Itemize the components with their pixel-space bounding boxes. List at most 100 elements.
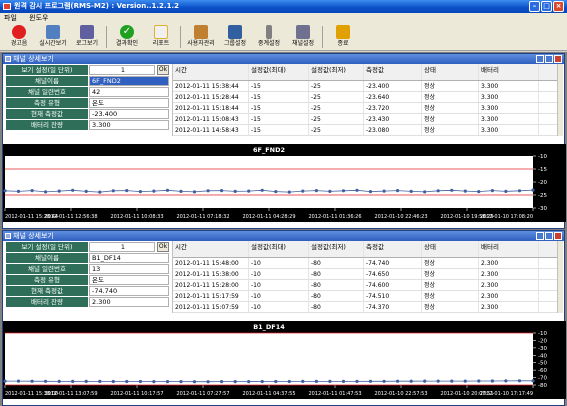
channel-name-field[interactable]: 6F_FND2 — [89, 76, 169, 86]
table-row[interactable]: 2012-01-11 15:38:44 -15 -25 -23.400 정상 3.300 — [173, 81, 563, 92]
panel-maximize-button[interactable] — [545, 232, 553, 240]
data-point — [409, 189, 413, 193]
header-set-max[interactable]: 설정값(최대) — [249, 241, 309, 257]
type-field[interactable]: 온도 — [89, 275, 169, 285]
toolbar-report-button[interactable]: 리포트 — [144, 24, 178, 50]
table-row[interactable]: 2012-01-11 15:28:00 -10 -80 -74.600 정상 2.300 — [173, 280, 563, 291]
data-point — [98, 190, 102, 194]
data-point — [504, 189, 508, 193]
toolbar-channel-button[interactable]: 채널설정 — [286, 24, 320, 50]
header-battery[interactable]: 배터리 — [479, 241, 539, 257]
header-status[interactable]: 상태 — [422, 64, 479, 80]
menu-file[interactable]: 파일 — [4, 14, 17, 22]
view-setting-input[interactable]: 1 — [89, 65, 155, 75]
panel-minimize-button[interactable] — [536, 232, 544, 240]
y-tick-label: -70 — [538, 376, 547, 382]
panel-minimize-button[interactable] — [536, 55, 544, 63]
toolbar-user-admin-button[interactable]: 사용자관리 — [184, 24, 218, 50]
toolbar-alarm-button[interactable]: 경고음 — [2, 24, 36, 50]
header-battery[interactable]: 배터리 — [479, 64, 539, 80]
table-row[interactable]: 2012-01-11 15:18:44 -15 -25 -23.720 정상 3.300 — [173, 103, 563, 114]
x-tick-label: 2012-01-10 17:08:20 — [480, 214, 533, 220]
type-label: 측정 유형 — [6, 98, 88, 109]
data-point — [16, 379, 21, 383]
window-title: 원격 감시 프로그램(RMS-M2) : Version..1.2.1.2 — [14, 2, 179, 10]
chart-title: 6F_FND2 — [253, 146, 285, 154]
data-point — [517, 189, 522, 193]
battery-field[interactable]: 2.300 — [89, 297, 169, 307]
toolbar-result-button[interactable]: ✓ 결과확인 — [110, 24, 144, 50]
data-point — [138, 190, 142, 194]
toolbar-realtime-button[interactable]: 실시간보기 — [36, 24, 70, 50]
data-point — [30, 379, 34, 383]
x-tick-label: 2012-01-11 07:18:32 — [176, 214, 229, 220]
toolbar-exit-button[interactable]: 종료 — [326, 24, 360, 50]
header-set-min[interactable]: 설정값(최저) — [309, 64, 364, 80]
table-row[interactable]: 2012-01-11 15:17:59 -10 -80 -74.510 정상 2.300 — [173, 291, 563, 302]
table-header: 시간 설정값(최대) 설정값(최저) 측정값 상태 배터리 — [173, 241, 563, 258]
data-point — [531, 188, 535, 192]
data-point — [423, 190, 427, 194]
data-point — [450, 188, 454, 192]
header-set-min[interactable]: 설정값(최저) — [309, 241, 364, 257]
header-measured[interactable]: 측정값 — [364, 241, 422, 257]
maximize-button[interactable]: □ — [541, 1, 552, 12]
toolbar-relay-button[interactable]: 중계설정 — [252, 24, 286, 50]
data-point — [179, 189, 183, 193]
serial-field[interactable]: 13 — [89, 264, 169, 274]
table-row[interactable]: 2012-01-11 15:07:59 -10 -80 -74.370 정상 2.300 — [173, 302, 563, 313]
header-set-max[interactable]: 설정값(최대) — [249, 64, 309, 80]
data-point — [152, 380, 156, 384]
minimize-button[interactable]: – — [529, 1, 540, 12]
panel-close-button[interactable] — [554, 55, 562, 63]
battery-label: 배터리 잔량 — [6, 120, 88, 131]
header-time[interactable]: 시간 — [173, 64, 249, 80]
data-point — [301, 189, 305, 193]
channel-name-field[interactable]: B1_DF14 — [89, 253, 169, 263]
current-value-field[interactable]: -74.740 — [89, 286, 169, 296]
y-tick-label: -40 — [538, 353, 547, 359]
x-tick-label: 2012-01-11 10:08:33 — [110, 214, 163, 220]
table-row[interactable]: 2012-01-11 15:48:00 -10 -80 -74.740 정상 2.300 — [173, 258, 563, 269]
menu-window[interactable]: 윈도우 — [29, 14, 48, 22]
data-point — [220, 380, 224, 384]
ok-button[interactable]: Ok — [157, 65, 169, 75]
type-label: 측정 유형 — [6, 275, 88, 286]
table-scrollbar[interactable] — [557, 64, 563, 136]
close-button[interactable]: × — [553, 1, 564, 12]
y-tick-label: -10 — [538, 331, 547, 337]
chart-panel-1: 6F_FND2 -10 -15 -20 -25 -30 2012-01-11 15:28:4… — [3, 144, 566, 222]
table-row[interactable]: 2012-01-11 15:28:44 -15 -25 -23.640 정상 3.300 — [173, 92, 563, 103]
ok-button[interactable]: Ok — [157, 242, 169, 252]
panel-maximize-button[interactable] — [545, 55, 553, 63]
data-point — [220, 189, 224, 193]
data-point — [287, 190, 291, 194]
data-point — [314, 189, 318, 193]
toolbar-log-button[interactable]: 로그보기 — [70, 24, 104, 50]
y-tick-label: -10 — [538, 154, 547, 160]
battery-field[interactable]: 3.300 — [89, 120, 169, 130]
serial-field[interactable]: 42 — [89, 87, 169, 97]
table-row[interactable]: 2012-01-11 15:08:43 -15 -25 -23.430 정상 3.300 — [173, 114, 563, 125]
channel-detail-panel-2: 채널 상세보기 보기 설정(일 단위) 1 Ok 채널이름 B1_DF14 채널… — [2, 230, 566, 406]
type-field[interactable]: 온도 — [89, 98, 169, 108]
current-value-field[interactable]: -23.400 — [89, 109, 169, 119]
data-point — [84, 189, 88, 193]
header-status[interactable]: 상태 — [422, 241, 479, 257]
header-measured[interactable]: 측정값 — [364, 64, 422, 80]
app-icon — [3, 3, 11, 10]
view-setting-input[interactable]: 1 — [89, 242, 155, 252]
data-point — [490, 379, 494, 383]
table-row[interactable]: 2012-01-11 14:58:43 -15 -25 -23.080 정상 3.300 — [173, 125, 563, 136]
y-tick-label: -20 — [538, 180, 547, 186]
panel-title: 채널 상세보기 — [13, 232, 54, 240]
data-point — [233, 189, 237, 193]
table-row[interactable]: 2012-01-11 15:38:00 -10 -80 -74.650 정상 2.300 — [173, 269, 563, 280]
toolbar-group-button[interactable]: 그룹설정 — [218, 24, 252, 50]
panel-close-button[interactable] — [554, 232, 562, 240]
table-scrollbar[interactable] — [557, 241, 563, 313]
data-point — [328, 189, 332, 193]
data-point — [192, 380, 197, 384]
check-icon: ✓ — [120, 25, 134, 39]
header-time[interactable]: 시간 — [173, 241, 249, 257]
